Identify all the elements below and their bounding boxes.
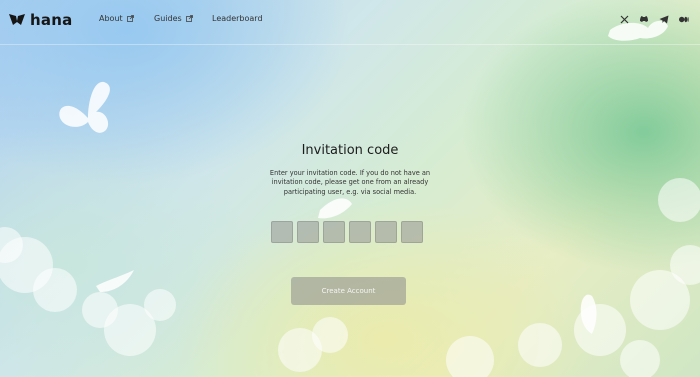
top-bar: hana About Guides Leaderboard <box>0 0 700 45</box>
code-digit-input[interactable] <box>375 221 397 243</box>
butterfly-logo-icon <box>9 14 25 25</box>
telegram-icon[interactable] <box>659 14 669 24</box>
social-links <box>619 14 689 24</box>
code-digit-input[interactable] <box>323 221 345 243</box>
brand-name: hana <box>30 11 73 29</box>
nav-leaderboard-label[interactable]: Leaderboard <box>212 14 263 23</box>
external-link-icon <box>126 15 134 22</box>
nav-item-guides[interactable]: Guides <box>154 14 193 23</box>
brand-logo[interactable]: hana <box>8 11 72 29</box>
medium-icon[interactable] <box>679 14 689 24</box>
code-digit-input[interactable] <box>349 221 371 243</box>
nav-about-label[interactable]: About <box>99 14 123 23</box>
page-title: Invitation code <box>301 143 399 158</box>
nav-item-leaderboard[interactable]: Leaderboard <box>212 14 263 23</box>
invitation-code-input <box>271 221 423 243</box>
code-digit-input[interactable] <box>297 221 319 243</box>
create-account-button[interactable]: Create Account <box>291 277 406 305</box>
nav-guides-label[interactable]: Guides <box>154 14 182 23</box>
discord-icon[interactable] <box>639 14 649 24</box>
invitation-description: Enter your invitation code. If you do no… <box>269 169 431 196</box>
code-digit-input[interactable] <box>271 221 293 243</box>
nav-item-about[interactable]: About <box>99 14 134 23</box>
x-icon[interactable] <box>619 14 629 24</box>
code-digit-input[interactable] <box>401 221 423 243</box>
external-link-icon <box>185 15 193 22</box>
